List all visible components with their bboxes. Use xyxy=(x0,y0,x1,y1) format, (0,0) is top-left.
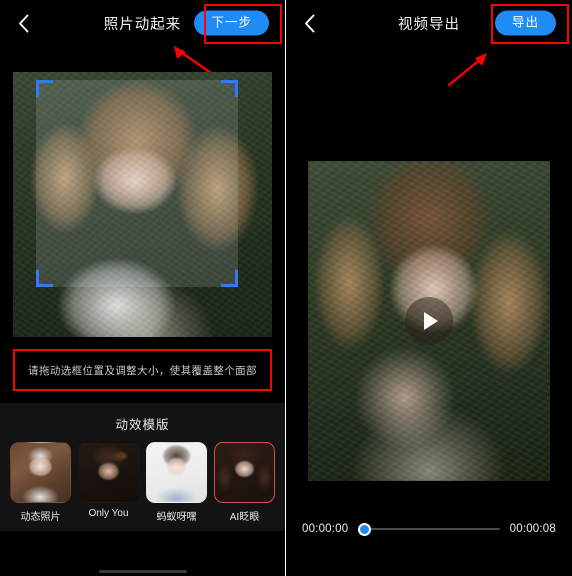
left-bottom-bar xyxy=(0,566,285,576)
template-label: 蚂蚁呀嘿 xyxy=(156,512,197,523)
template-section-title: 动效模版 xyxy=(115,418,170,432)
home-indicator xyxy=(98,570,187,573)
template-item-only-you[interactable]: Only You xyxy=(78,442,139,523)
template-thumbnail[interactable] xyxy=(146,442,207,503)
selection-handle-top-right[interactable] xyxy=(221,79,239,97)
timeline-knob[interactable] xyxy=(358,522,372,536)
template-list: 动态照片 Only You 蚂蚁呀嘿 AI眨眼 xyxy=(0,442,285,523)
current-time-label: 00:00:00 xyxy=(302,523,349,535)
export-button[interactable]: 导出 xyxy=(494,10,556,36)
selection-handle-top-left[interactable] xyxy=(36,79,54,97)
video-timeline: 00:00:00 00:00:08 xyxy=(286,520,572,538)
back-icon[interactable] xyxy=(12,10,34,36)
next-step-button[interactable]: 下一步 xyxy=(194,10,269,36)
total-time-label: 00:00:08 xyxy=(509,523,556,535)
template-thumbnail[interactable] xyxy=(10,442,71,503)
template-thumbnail[interactable] xyxy=(78,442,139,503)
screenshot-root: 照片动起来 下一步 请拖动选框位置及调整大小，使其覆盖整个面部 动效模版 动态照… xyxy=(0,0,572,576)
photo-preview[interactable] xyxy=(13,72,272,337)
face-selection-frame[interactable] xyxy=(36,79,239,287)
instruction-text: 请拖动选框位置及调整大小，使其覆盖整个面部 xyxy=(28,364,257,377)
template-item-ai-zhayan[interactable]: AI眨眼 xyxy=(214,442,275,523)
instruction-tip: 请拖动选框位置及调整大小，使其覆盖整个面部 xyxy=(13,349,272,391)
selection-handle-bottom-right[interactable] xyxy=(221,269,239,287)
template-section: 动效模版 动态照片 Only You 蚂蚁呀嘿 AI眨眼 xyxy=(0,403,285,531)
template-label: AI眨眼 xyxy=(229,512,260,523)
right-phone-screen: 视频导出 导出 00:00:00 00:00:08 xyxy=(286,0,572,576)
template-label: 动态照片 xyxy=(20,512,61,523)
template-label: Only You xyxy=(88,508,129,519)
right-header: 视频导出 导出 xyxy=(286,0,572,46)
template-item-dongtai-zhaopian[interactable]: 动态照片 xyxy=(10,442,71,523)
play-triangle xyxy=(424,312,438,330)
timeline-slider[interactable] xyxy=(358,520,500,538)
selection-handle-bottom-left[interactable] xyxy=(36,269,54,287)
right-bottom-bar xyxy=(286,566,572,576)
video-preview[interactable] xyxy=(308,161,550,481)
left-phone-screen: 照片动起来 下一步 请拖动选框位置及调整大小，使其覆盖整个面部 动效模版 动态照… xyxy=(0,0,286,576)
template-thumbnail[interactable] xyxy=(214,442,275,503)
back-icon[interactable] xyxy=(298,10,320,36)
left-header: 照片动起来 下一步 xyxy=(0,0,285,46)
annotation-arrow-right xyxy=(447,53,487,87)
play-icon[interactable] xyxy=(405,297,453,345)
template-item-mayiyahei[interactable]: 蚂蚁呀嘿 xyxy=(146,442,207,523)
timeline-track[interactable] xyxy=(358,528,500,530)
